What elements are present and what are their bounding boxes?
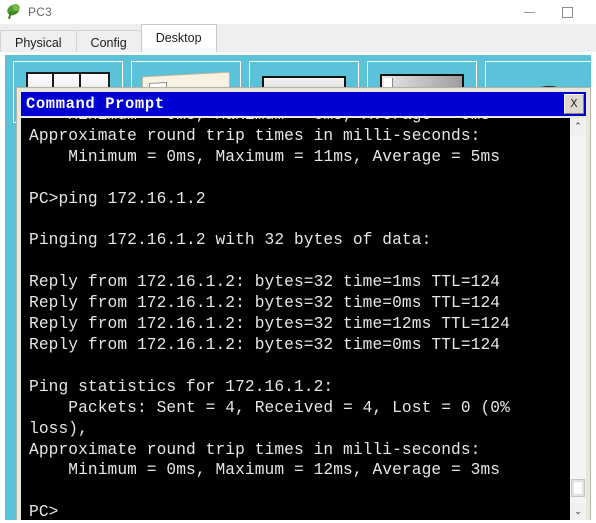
minimize-icon (523, 11, 535, 13)
terminal-output-text: Minimum = 0ms, Maximum = 0ms, Average = … (29, 118, 510, 520)
maximize-icon (561, 6, 573, 18)
desktop-canvas: Command Prompt X Minimum = 0ms, Maximum … (5, 55, 591, 520)
command-prompt-body: Minimum = 0ms, Maximum = 0ms, Average = … (21, 118, 586, 520)
window-controls (510, 0, 586, 24)
scroll-up-icon[interactable]: ⌃ (570, 118, 586, 135)
desktop-panel: Command Prompt X Minimum = 0ms, Maximum … (0, 52, 596, 523)
window-title: PC3 (28, 5, 52, 19)
terminal-output-area[interactable]: Minimum = 0ms, Maximum = 0ms, Average = … (21, 118, 569, 520)
terminal-scrollbar[interactable]: ⌃ ⌄ (569, 118, 586, 520)
scrollbar-thumb[interactable] (571, 479, 585, 497)
scroll-down-icon[interactable]: ⌄ (570, 503, 586, 520)
tab-desktop[interactable]: Desktop (140, 24, 217, 52)
command-prompt-window: Command Prompt X Minimum = 0ms, Maximum … (16, 87, 591, 520)
close-icon[interactable]: X (564, 94, 584, 114)
packet-tracer-icon (5, 2, 22, 20)
command-prompt-titlebar[interactable]: Command Prompt X (21, 92, 586, 116)
maximize-button[interactable] (548, 0, 586, 24)
pc3-device-window: PC3 Physical Config Desktop Command Prom… (0, 0, 596, 523)
minimize-button[interactable] (510, 0, 548, 24)
scrollbar-track[interactable] (570, 135, 586, 503)
window-titlebar: PC3 (0, 0, 596, 24)
command-prompt-title: Command Prompt (26, 95, 165, 113)
device-tabs: Physical Config Desktop (0, 24, 596, 55)
